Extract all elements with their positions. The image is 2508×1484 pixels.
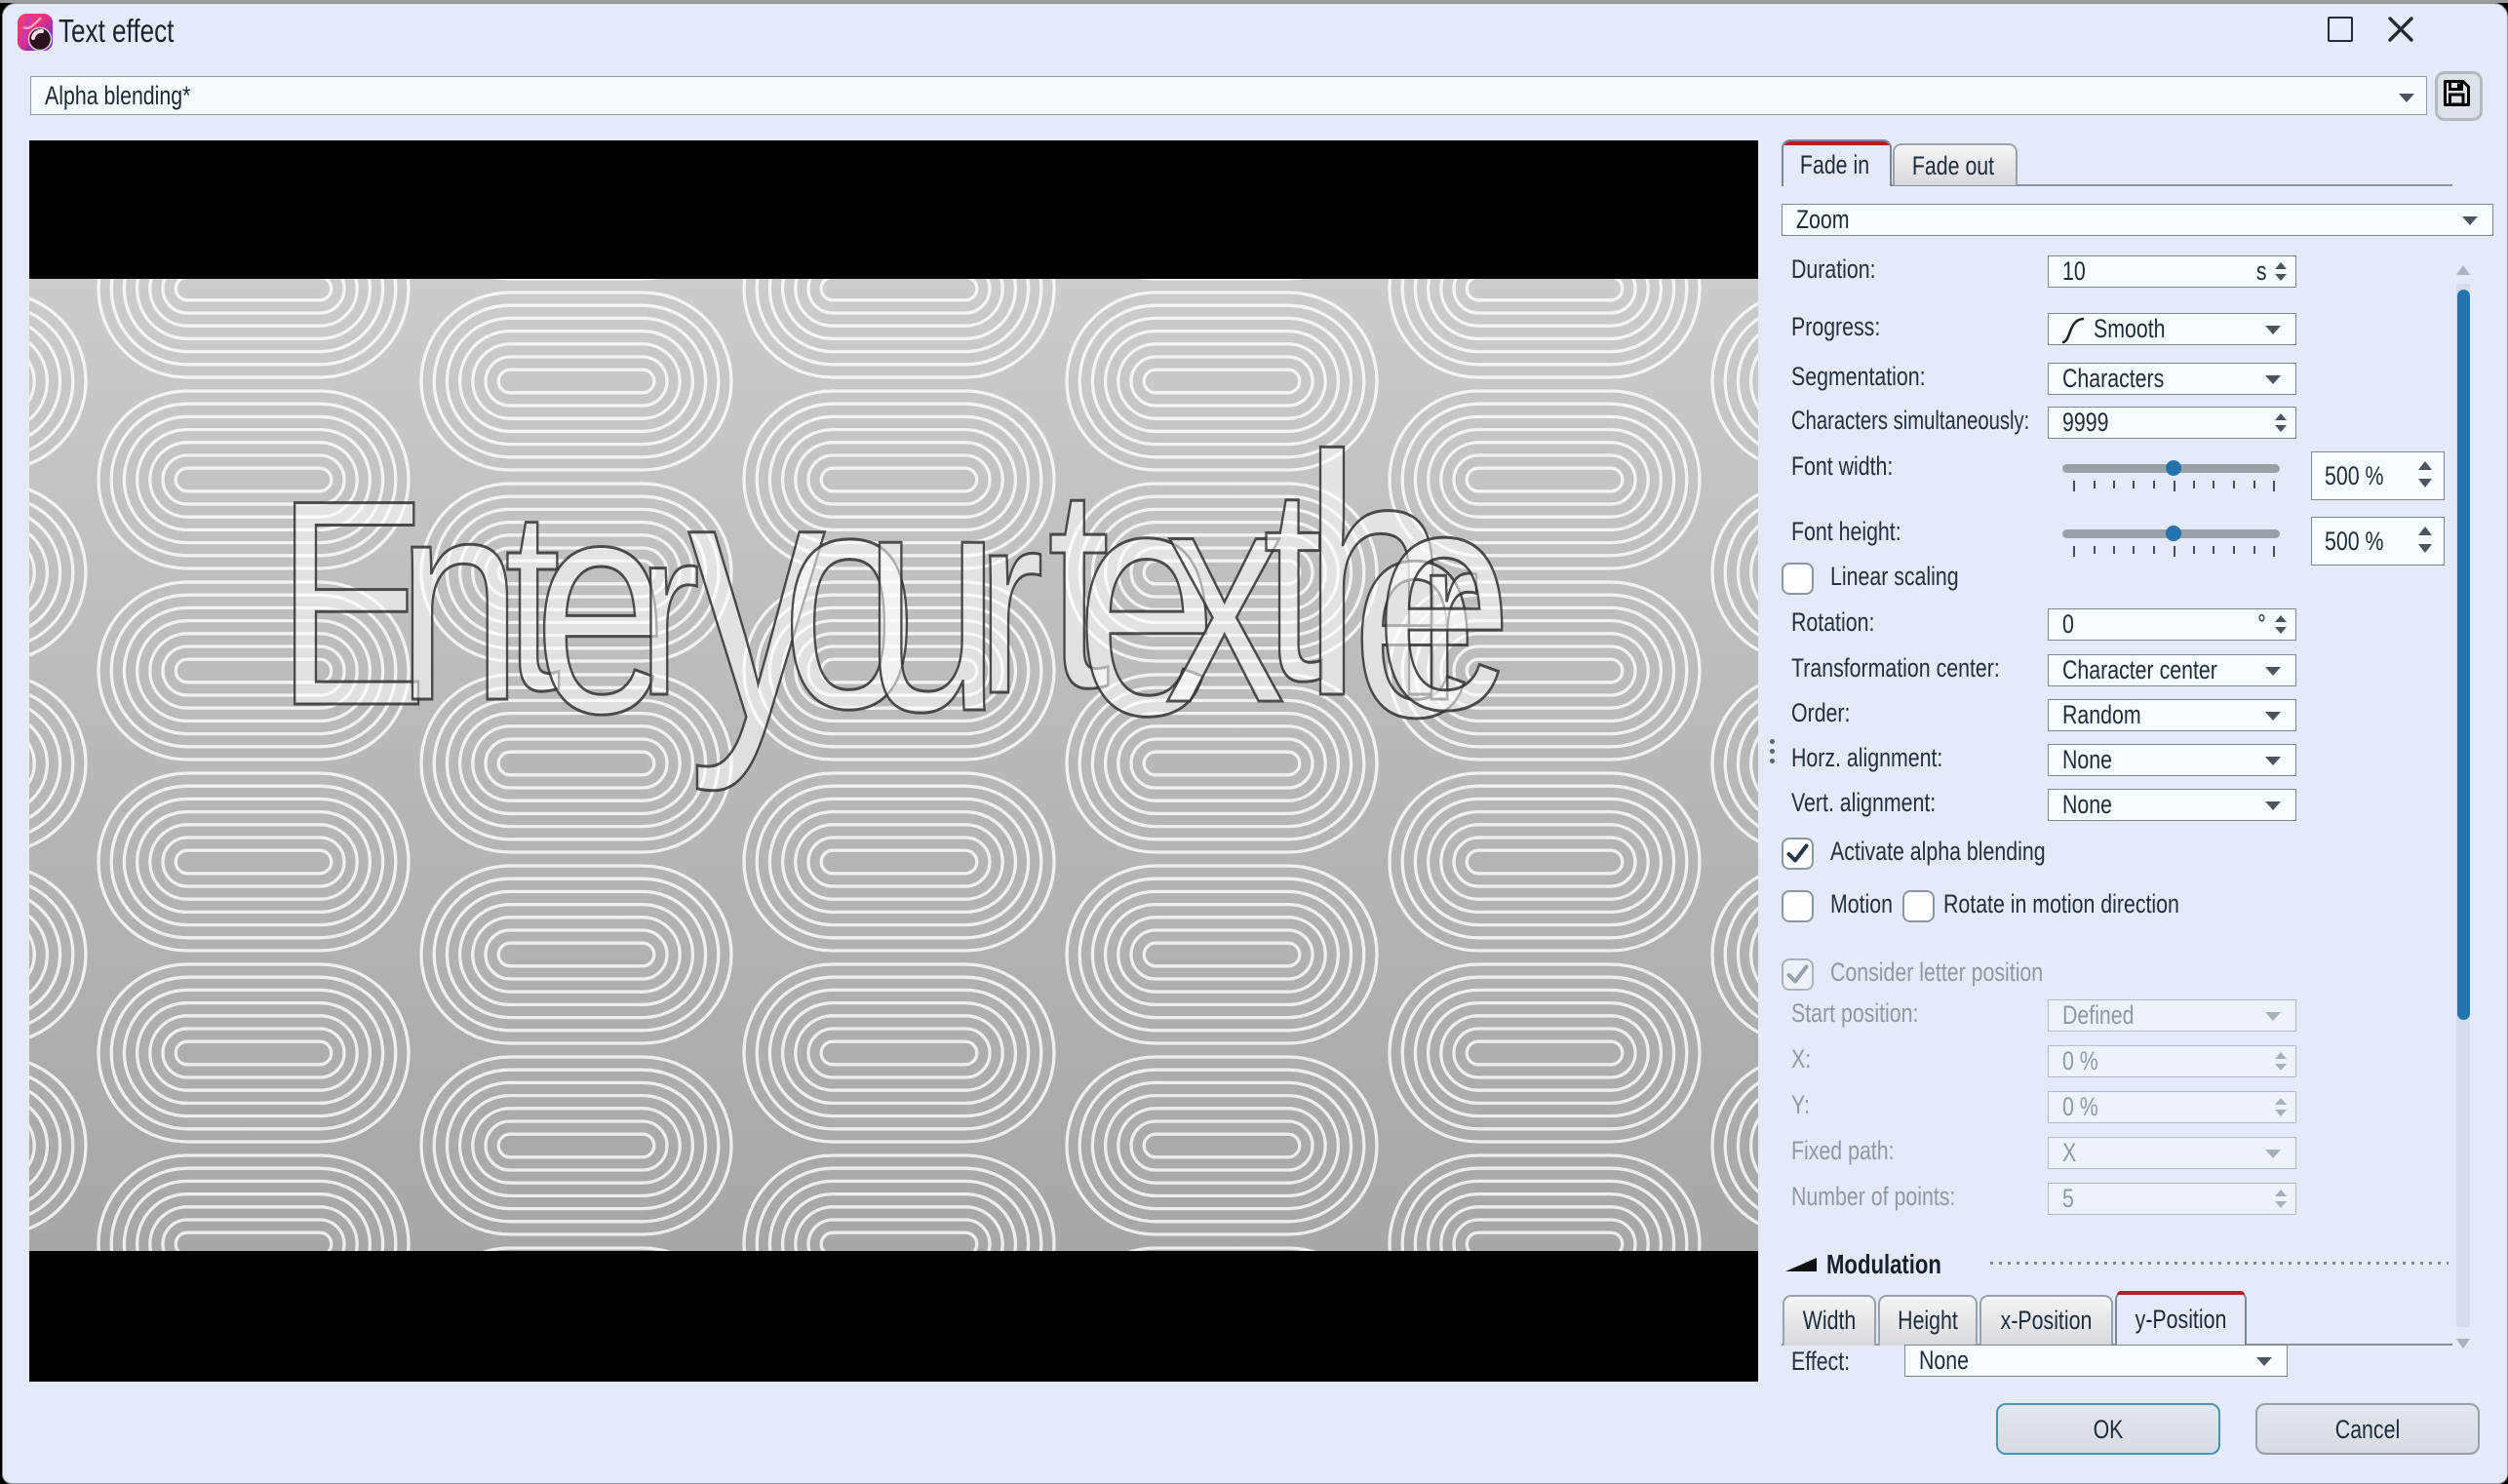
svg-text:n: n: [397, 441, 522, 762]
svg-text:r: r: [977, 459, 1044, 748]
svg-text:e: e: [1376, 421, 1513, 776]
